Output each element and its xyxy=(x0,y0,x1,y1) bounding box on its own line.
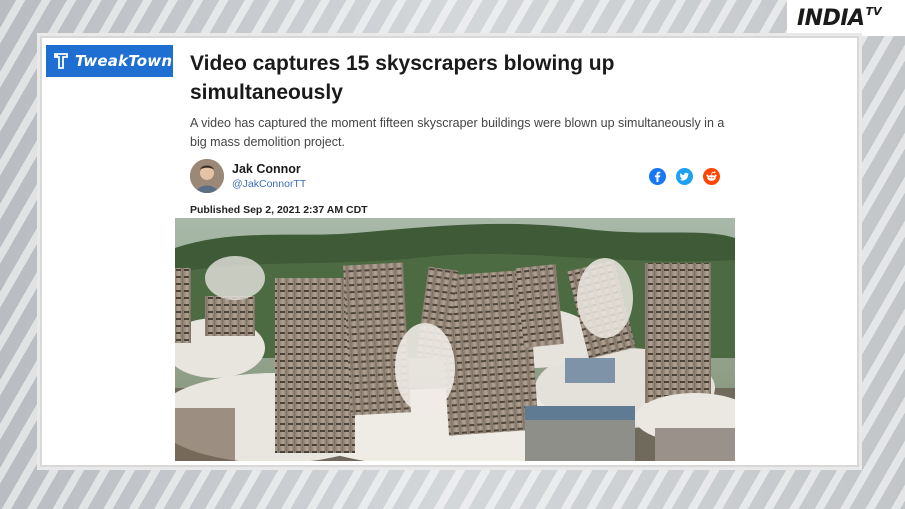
tweaktown-logo[interactable]: TweakTown xyxy=(46,45,173,77)
tweaktown-mark-icon xyxy=(54,53,68,69)
article-page: TweakTown Video captures 15 skyscrapers … xyxy=(45,41,854,462)
demolition-photo-image xyxy=(175,218,735,461)
india-tv-watermark: INDIA TV xyxy=(787,0,905,36)
facebook-icon xyxy=(649,168,666,185)
india-tv-brand: INDIA xyxy=(797,5,865,31)
published-date: Published Sep 2, 2021 2:37 AM CDT xyxy=(190,204,368,216)
reddit-icon xyxy=(703,168,720,185)
share-facebook-button[interactable] xyxy=(649,168,666,185)
twitter-icon xyxy=(676,168,693,185)
share-reddit-button[interactable] xyxy=(703,168,720,185)
share-twitter-button[interactable] xyxy=(676,168,693,185)
article-photo[interactable] xyxy=(175,218,735,461)
screenshot-frame: TweakTown Video captures 15 skyscrapers … xyxy=(40,36,859,467)
article-headline: Video captures 15 skyscrapers blowing up… xyxy=(190,52,615,104)
avatar-image xyxy=(190,159,224,193)
india-tv-brand-sub: TV xyxy=(865,4,882,18)
author-handle[interactable]: @JakConnorTT xyxy=(232,178,306,190)
article-summary: A video has captured the moment fifteen … xyxy=(190,116,725,149)
author-name[interactable]: Jak Connor xyxy=(232,162,301,176)
author-avatar[interactable] xyxy=(190,159,224,193)
tweaktown-logo-text: TweakTown xyxy=(75,52,173,70)
